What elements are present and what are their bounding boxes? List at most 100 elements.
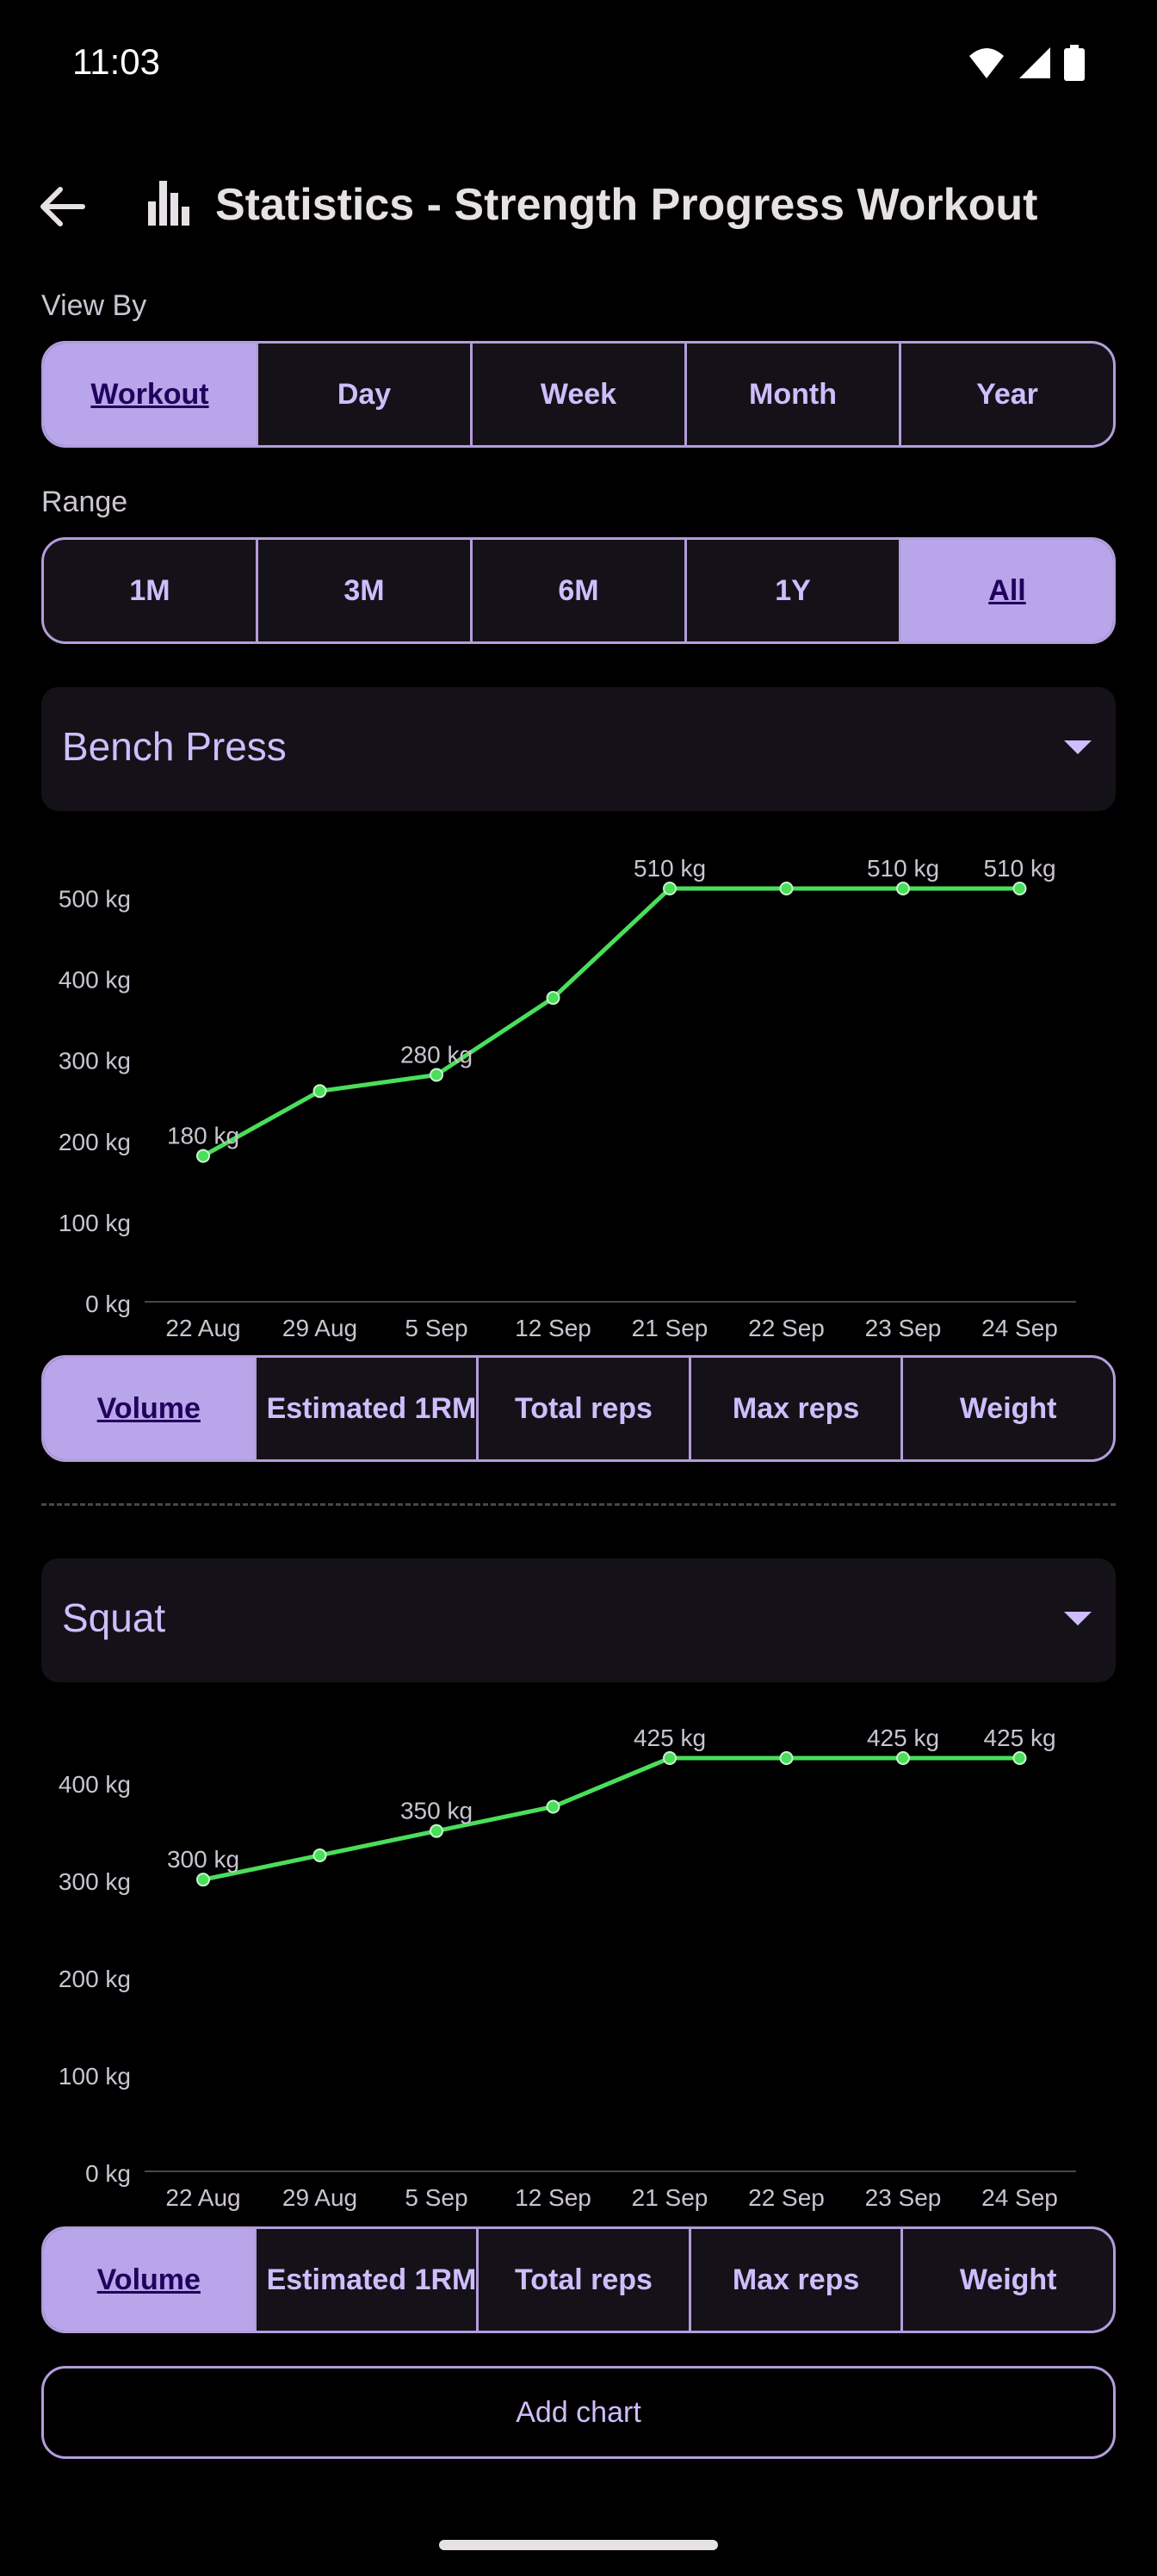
- dropdown-arrow-icon: [1064, 740, 1092, 754]
- data-point: [546, 991, 560, 1006]
- add-chart-button[interactable]: Add chart: [41, 2366, 1116, 2459]
- exercise-dropdown-squat[interactable]: Squat: [41, 1558, 1116, 1682]
- battery-icon: [1064, 45, 1085, 81]
- range-selector: 1M 3M 6M 1Y All: [41, 537, 1116, 644]
- data-point: [196, 1873, 210, 1887]
- data-label: 425 kg: [983, 1725, 1055, 1751]
- y-tick-label: 300 kg: [59, 1868, 131, 1895]
- metric-estimated-1rm-button[interactable]: Estimated 1RM: [253, 2229, 476, 2331]
- y-tick-label: 100 kg: [59, 2063, 131, 2090]
- bench-press-chart: 0 kg 100 kg 200 kg 300 kg 400 kg 500 kg 22 Aug…: [59, 855, 1076, 1341]
- data-point: [1012, 882, 1027, 895]
- exercise-dropdown-bench-press[interactable]: Bench Press: [41, 687, 1116, 811]
- data-label: 180 kg: [167, 1123, 239, 1149]
- y-tick-label: 200 kg: [59, 1129, 131, 1155]
- x-tick-label: 23 Sep: [865, 1315, 942, 1341]
- metric-weight-button[interactable]: Weight: [900, 1358, 1113, 1459]
- x-tick-label: 22 Aug: [165, 1315, 240, 1341]
- x-tick-label: 24 Sep: [981, 1315, 1058, 1341]
- data-point: [312, 1848, 327, 1862]
- range-label: Range: [41, 486, 128, 518]
- y-tick-label: 0 kg: [85, 2160, 131, 2187]
- app-bar: Statistics - Strength Progress Workout: [0, 155, 1157, 250]
- x-tick-label: 29 Aug: [282, 1315, 357, 1341]
- back-button[interactable]: [31, 176, 93, 238]
- view-by-label: View By: [41, 289, 147, 322]
- series-line: [202, 1756, 1020, 1882]
- arrow-back-icon: [40, 187, 85, 226]
- data-label: 300 kg: [167, 1846, 239, 1873]
- section-divider: [41, 1503, 1116, 1506]
- data-label: 510 kg: [634, 855, 706, 882]
- squat-metric-selector: Volume Estimated 1RM Total reps Max reps…: [41, 2226, 1116, 2333]
- status-icons: [968, 45, 1085, 81]
- x-tick-label: 12 Sep: [515, 2184, 591, 2211]
- range-1y-button[interactable]: 1Y: [684, 540, 899, 641]
- view-by-selector: Workout Day Week Month Year: [41, 341, 1116, 448]
- metric-volume-button[interactable]: Volume: [44, 2229, 254, 2331]
- data-label: 425 kg: [634, 1725, 706, 1751]
- data-label: 425 kg: [867, 1725, 939, 1751]
- exercise-name: Squat: [62, 1595, 166, 1640]
- metric-max-reps-button[interactable]: Max reps: [688, 1358, 901, 1459]
- view-by-year-button[interactable]: Year: [899, 344, 1113, 445]
- metric-weight-button[interactable]: Weight: [900, 2229, 1113, 2331]
- data-point: [896, 1751, 910, 1765]
- data-point: [312, 1084, 327, 1099]
- data-point: [1012, 1751, 1027, 1765]
- view-by-day-button[interactable]: Day: [256, 344, 470, 445]
- data-label: 510 kg: [983, 855, 1055, 882]
- y-tick-label: 300 kg: [59, 1048, 131, 1074]
- y-tick-label: 400 kg: [59, 1771, 131, 1798]
- metric-total-reps-button[interactable]: Total reps: [476, 1358, 689, 1459]
- data-point: [896, 882, 910, 895]
- data-label: 510 kg: [867, 855, 939, 882]
- y-tick-label: 400 kg: [59, 967, 131, 994]
- status-time: 11:03: [72, 41, 160, 82]
- data-point: [663, 1751, 677, 1765]
- x-tick-label: 21 Sep: [632, 1315, 708, 1341]
- data-label: 350 kg: [400, 1798, 473, 1824]
- series-line: [201, 886, 1020, 1158]
- y-tick-label: 200 kg: [59, 1966, 131, 1992]
- squat-chart: 0 kg 100 kg 200 kg 300 kg 400 kg 22 Aug 29 Aug…: [59, 1725, 1076, 2211]
- data-point: [430, 1068, 443, 1082]
- bar-chart-icon: [148, 181, 189, 226]
- data-point: [779, 882, 794, 895]
- x-tick-label: 5 Sep: [405, 1315, 467, 1341]
- x-tick-label: 21 Sep: [632, 2184, 708, 2211]
- x-tick-label: 23 Sep: [865, 2184, 942, 2211]
- exercise-name: Bench Press: [62, 724, 287, 769]
- home-indicator: [439, 2540, 718, 2550]
- data-label: 280 kg: [400, 1041, 473, 1068]
- view-by-month-button[interactable]: Month: [684, 344, 899, 445]
- x-tick-label: 12 Sep: [515, 1315, 591, 1341]
- metric-max-reps-button[interactable]: Max reps: [688, 2229, 901, 2331]
- x-tick-label: 22 Sep: [748, 1315, 825, 1341]
- metric-total-reps-button[interactable]: Total reps: [476, 2229, 689, 2331]
- y-tick-label: 0 kg: [85, 1291, 131, 1317]
- range-6m-button[interactable]: 6M: [470, 540, 684, 641]
- y-tick-label: 100 kg: [59, 1210, 131, 1236]
- data-point: [779, 1751, 794, 1765]
- data-point: [663, 882, 677, 895]
- metric-estimated-1rm-button[interactable]: Estimated 1RM: [253, 1358, 476, 1459]
- page-title: Statistics - Strength Progress Workout: [215, 180, 1038, 230]
- range-1m-button[interactable]: 1M: [44, 540, 256, 641]
- view-by-week-button[interactable]: Week: [470, 344, 684, 445]
- data-point: [430, 1824, 443, 1838]
- range-3m-button[interactable]: 3M: [256, 540, 470, 641]
- bench-press-metric-selector: Volume Estimated 1RM Total reps Max reps…: [41, 1355, 1116, 1462]
- x-tick-label: 22 Aug: [165, 2184, 240, 2211]
- metric-volume-button[interactable]: Volume: [44, 1358, 254, 1459]
- data-point: [196, 1149, 210, 1163]
- data-point: [546, 1799, 560, 1814]
- x-tick-label: 24 Sep: [981, 2184, 1058, 2211]
- wifi-icon: [969, 48, 1004, 78]
- x-tick-label: 5 Sep: [405, 2184, 467, 2211]
- y-tick-label: 500 kg: [59, 885, 131, 912]
- signal-icon: [1019, 47, 1050, 78]
- range-all-button[interactable]: All: [899, 540, 1113, 641]
- view-by-workout-button[interactable]: Workout: [44, 344, 256, 445]
- x-tick-label: 29 Aug: [282, 2184, 357, 2211]
